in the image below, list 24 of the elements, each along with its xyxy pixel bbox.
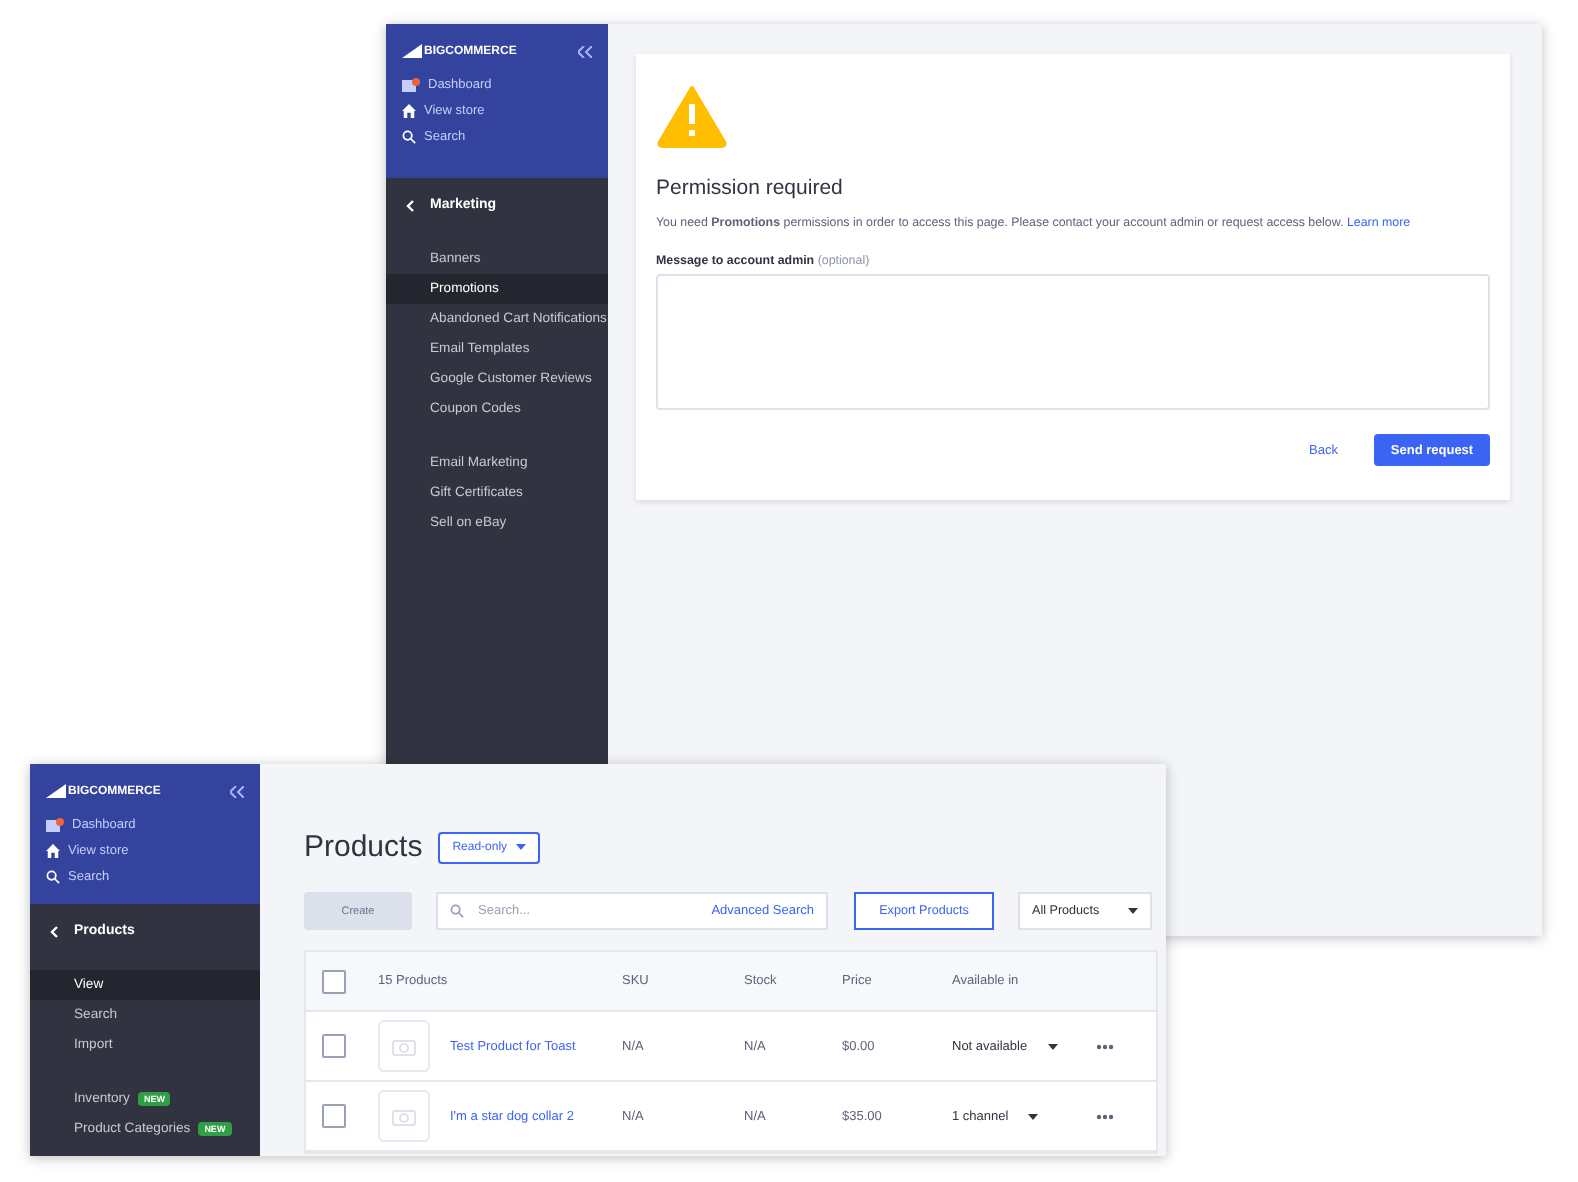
caret-icon	[515, 844, 526, 850]
caret-icon	[1128, 908, 1138, 914]
search-icon	[450, 904, 464, 918]
dashboard-icon	[46, 818, 64, 832]
image-placeholder	[378, 1090, 430, 1142]
dashboard-icon	[402, 78, 420, 92]
checkbox[interactable]	[322, 1104, 346, 1128]
caret-icon	[1047, 1043, 1058, 1049]
collapse-icon[interactable]	[578, 45, 592, 57]
checkbox[interactable]	[322, 969, 346, 993]
home-icon	[46, 844, 60, 858]
caret-icon	[1028, 1113, 1039, 1119]
back-chevron-icon	[50, 925, 58, 937]
search-icon	[46, 870, 60, 884]
card-title: Permission required	[656, 176, 845, 200]
message-field[interactable]	[656, 274, 1490, 410]
page-title: Products	[304, 830, 423, 864]
back-chevron-icon	[406, 199, 414, 211]
checkbox[interactable]	[322, 1034, 346, 1058]
search-icon	[402, 130, 416, 144]
home-icon	[402, 104, 416, 118]
image-placeholder	[378, 1020, 430, 1072]
warning-icon	[656, 84, 728, 148]
collapse-icon[interactable]	[230, 785, 244, 797]
